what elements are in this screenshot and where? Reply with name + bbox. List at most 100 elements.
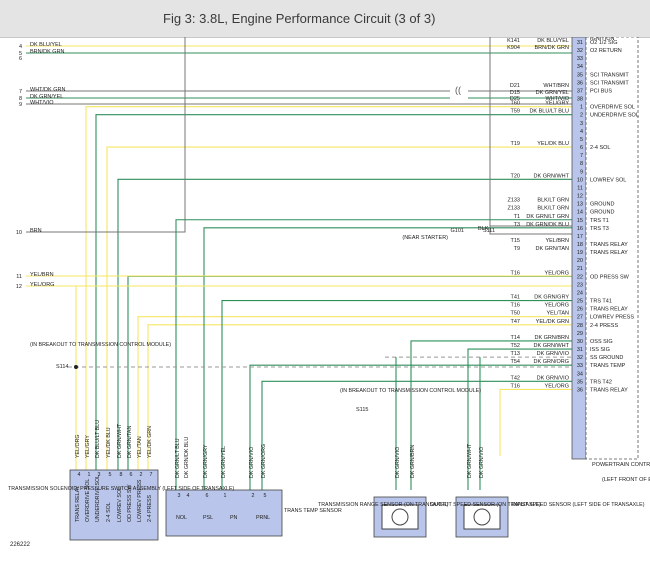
input-wire-label: DK GRN/VIO [479, 447, 485, 478]
left-wire-label: BRN/DK GRN [30, 49, 65, 55]
pcm-module-box [585, 37, 639, 460]
range-pin-number: 6 [206, 493, 209, 499]
wire-id: Z133 [507, 198, 520, 204]
wire-id: T13 [511, 351, 520, 357]
solenoid-assembly-title: TRANSMISSION SOLENOID/ PRESSURE SWITCH A… [8, 486, 234, 492]
pcm-pin-number: 10 [577, 177, 583, 183]
wire-id: K904 [507, 45, 520, 51]
left-wire-label: WHT/VIO [30, 100, 54, 106]
pcm-pin-number: 35 [577, 379, 583, 385]
pcm-pin-label: GROUND [590, 202, 614, 208]
wire-t19 [106, 146, 572, 470]
figure-header: Fig 3: 3.8L, Engine Performance Circuit … [0, 0, 650, 38]
left-wire-number: 12 [16, 284, 22, 290]
pcm-pin-label: O2 RETURN [590, 48, 622, 54]
solenoid-pin-number: 6 [130, 472, 133, 478]
wire-color-code: DK GRN/GRY [534, 295, 569, 301]
wire-id: D21 [510, 83, 520, 89]
range-pin-number: 1 [224, 493, 227, 499]
wire-id: K141 [507, 38, 520, 44]
pcm-pin-number: 22 [577, 274, 583, 280]
left-wire-label: BRN [30, 228, 42, 234]
wire-color-code: BLK/LT GRN [537, 206, 569, 212]
pcm-pin-label: GROUND [590, 210, 614, 216]
pcm-pin-number: 31 [577, 40, 583, 46]
pcm-pin-number: 33 [577, 363, 583, 369]
pcm-pin-number: 2 [580, 113, 583, 119]
wire-brn-10 [26, 37, 186, 233]
wire-id: T54 [511, 359, 520, 365]
wire-id: T1 [514, 214, 520, 220]
range-wire-label: DK GRN/YEL [221, 446, 227, 478]
ground-label: G101 [451, 228, 464, 234]
solenoid-wire-label: YEL/ORG [75, 434, 81, 458]
range-wire-label: DK GRN/ORG [261, 444, 267, 478]
range-switch-label: PSL [203, 515, 213, 521]
wire-t47 [147, 324, 572, 470]
wire-color-code: YEL/DK GRN [536, 319, 569, 325]
pcm-pin-number: 29 [577, 331, 583, 337]
pcm-pin-number: 12 [577, 194, 583, 200]
pcm-pin-number: 35 [577, 72, 583, 78]
solenoid-pin-number: 7 [150, 472, 153, 478]
pcm-pin-number: 5 [580, 137, 583, 143]
pcm-pin-number: 19 [577, 250, 583, 256]
pcm-pin-number: 34 [577, 64, 583, 70]
solenoid-assembly-box [69, 469, 159, 541]
solenoid-pin-label: 2-4 PRESS [147, 494, 153, 522]
pcm-pin-number: 30 [577, 339, 583, 345]
wire-color-code: YEL/ORG [545, 303, 569, 309]
range-pin-number: 4 [187, 493, 190, 499]
wire-id: T3 [514, 222, 520, 228]
range-wire-label: DK GRN/GRY [203, 444, 209, 478]
left-wire-number: 11 [16, 274, 22, 280]
pcm-pin-number: 32 [577, 355, 583, 361]
solenoid-pin-label: LOWREV SOL [117, 487, 123, 522]
pcm-pin-number: 15 [577, 218, 583, 224]
pcm-pin-number: 17 [577, 234, 583, 240]
pcm-pin-number: 8 [580, 161, 583, 167]
wire-id: Z133 [507, 206, 520, 212]
pcm-pin-number: 18 [577, 242, 583, 248]
wire-color-code: DK GRN/TAN [535, 246, 569, 252]
pcm-pin-label: 2-4 SOL [590, 145, 610, 151]
pcm-pin-number: 33 [577, 56, 583, 62]
pcm-pin-number: 28 [577, 323, 583, 329]
wire-id: T41 [511, 295, 520, 301]
range-pin-number: 2 [252, 493, 255, 499]
range-wire-label: DK GRN/VIO [249, 447, 255, 478]
pcm-pin-label: LOWREV PRESS [590, 315, 634, 321]
breakout1-label: (IN BREAKOUT TO TRANSMISSION CONTROL MOD… [30, 342, 171, 348]
components-layer: YEL/ORG4TRANS RELAYYEL/GRY1OVERDRIVE SOL… [69, 420, 509, 541]
wire-id: T16 [511, 383, 520, 389]
wire-id: T16 [511, 270, 520, 276]
wire-id: T50 [511, 311, 520, 317]
pcm-pin-number: 25 [577, 299, 583, 305]
ground-sub-label: (NEAR STARTER) [402, 235, 448, 241]
pcm-pin-number: 4 [580, 129, 583, 135]
wire-color-code: DK GRN/LT GRN [526, 214, 569, 220]
pcm-pin-number: 36 [577, 387, 583, 393]
range-wire-label: DK GRN/DK BLU [184, 437, 190, 478]
wire-t59 [95, 114, 572, 470]
pcm-pin-label: TRS T3 [590, 226, 609, 232]
pcm-pin-label: SCI TRANSMIT [590, 72, 629, 78]
wiring-diagram: (( IGNITION31 O2 1/2 SIG32 O2 RETURN333435… [8, 37, 650, 548]
splice-s115-label: S115 [356, 407, 368, 413]
pcm-title: POWERTRAIN CONTROL MODULE [592, 462, 650, 468]
pcm-pin-label: TRANS RELAY [590, 307, 628, 313]
solenoid-pin-number: 4 [78, 472, 81, 478]
left-wire-label: WHT/DK GRN [30, 87, 65, 93]
solenoid-wire-label: DK GRN/TAN [127, 426, 133, 458]
pcm-pin-label: UNDERDRIVE SOL [590, 113, 639, 119]
wire-color-code: DK GRN/BRN [534, 335, 569, 341]
wire-color-code: DK GRN/VIO [537, 375, 570, 381]
wires-layer: (( [26, 37, 572, 490]
splice-s114-dot [74, 365, 78, 369]
solenoid-wire-label: DK BLU/LT BLU [95, 420, 101, 458]
solenoid-pin-label: UNDERDRIVE SOL [95, 475, 101, 522]
solenoid-wire-label: YEL/GRY [85, 435, 91, 458]
left-wire-number: 6 [19, 56, 22, 62]
output-wire-label: DK GRN/VIO [395, 447, 401, 478]
input-sensor-title: INPUT SPEED SENSOR (LEFT SIDE OF TRANSAX… [512, 502, 645, 508]
